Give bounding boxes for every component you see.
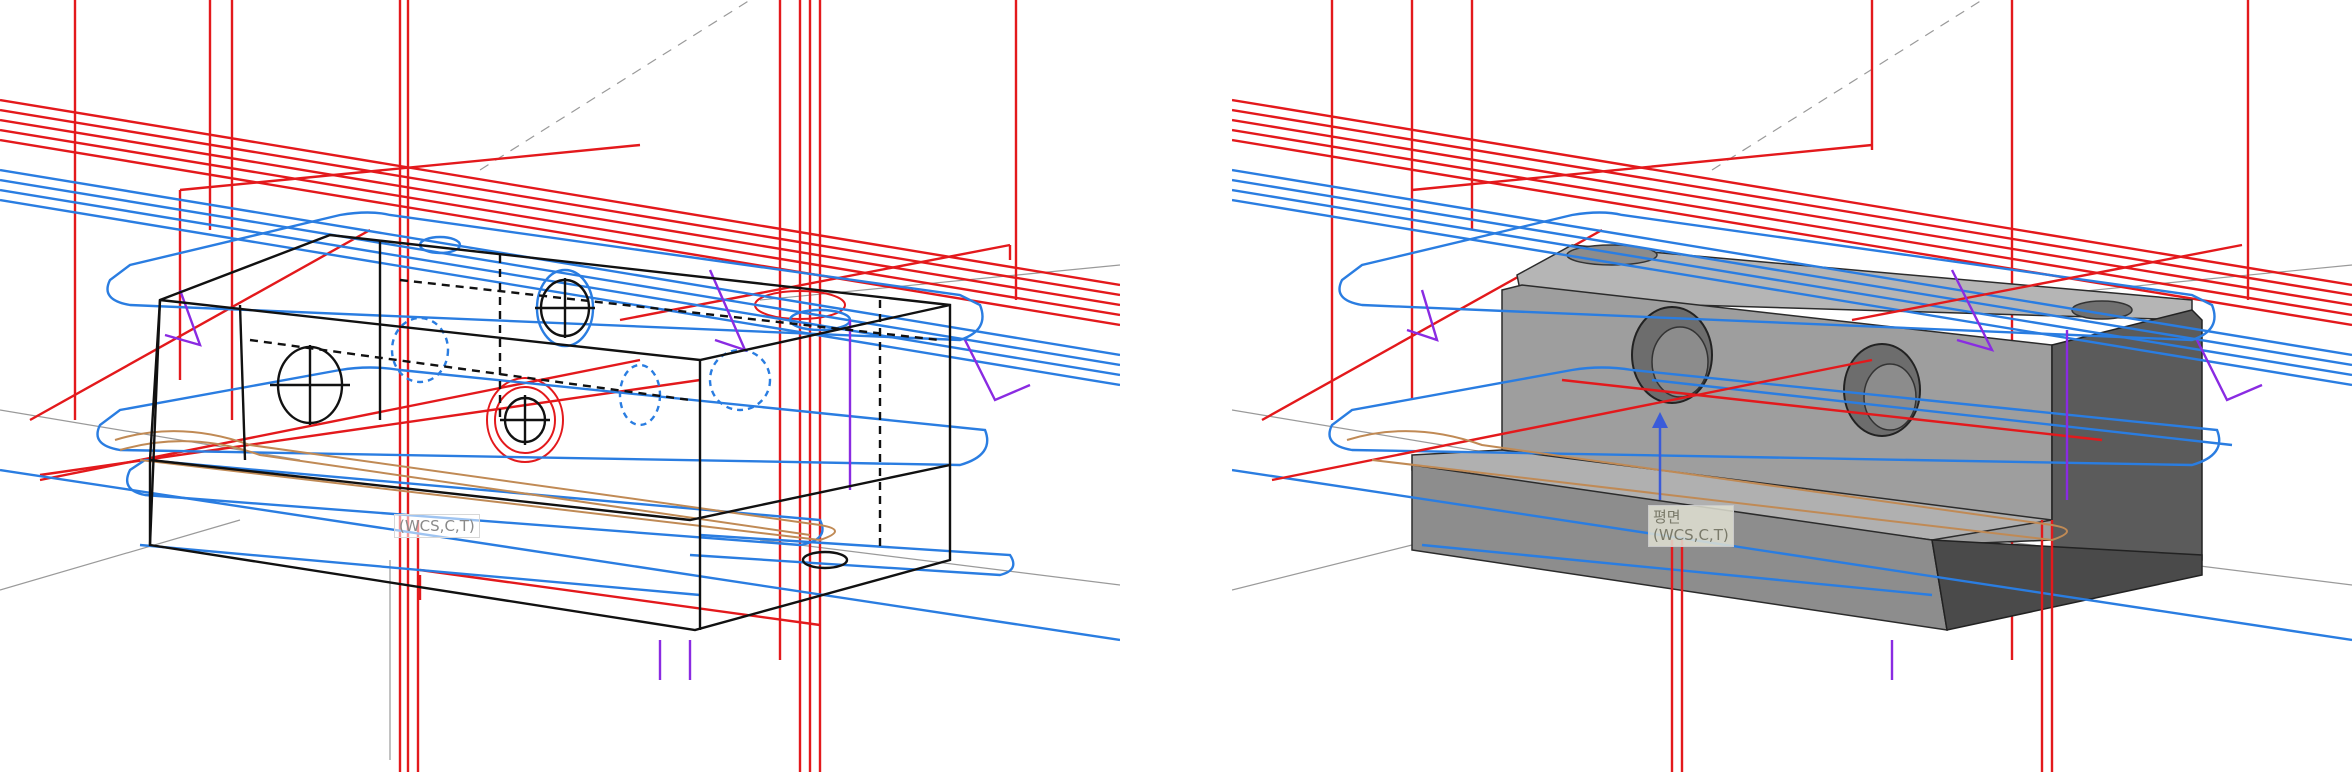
shaded-viewport[interactable]: 평면 (WCS,C,T): [1232, 0, 2352, 772]
viewport-divider: [1120, 0, 1232, 772]
shaded-scene[interactable]: [1232, 0, 2352, 772]
wcs-text: (WCS,C,T): [1653, 526, 1729, 544]
wireframe-scene[interactable]: [0, 0, 1120, 772]
wireframe-viewport[interactable]: (WCS,C,T): [0, 0, 1120, 772]
wcs-label: (WCS,C,T): [394, 514, 480, 538]
wcs-label: 평면 (WCS,C,T): [1648, 505, 1734, 547]
plane-label: 평면: [1653, 508, 1681, 526]
reference-axes: [0, 0, 1120, 760]
